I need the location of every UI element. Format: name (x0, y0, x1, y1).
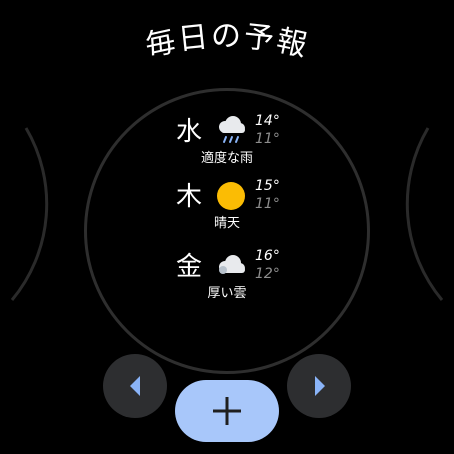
low-temp: 11° (255, 131, 280, 147)
chevron-right-icon (315, 376, 325, 396)
low-temp: 11° (255, 196, 280, 212)
high-temp: 16° (255, 248, 280, 264)
chevron-left-icon (130, 376, 140, 396)
sun-icon (217, 182, 245, 210)
cloudy-icon (219, 255, 245, 274)
condition-label: 厚い雲 (207, 286, 247, 301)
condition-label: 晴天 (213, 216, 240, 231)
watch-screen: 毎日の予報 水 14° 11° 適度な雨 木 15° 11° 晴天 金 16° … (0, 0, 454, 454)
next-button[interactable] (287, 354, 351, 418)
title-text: 毎日の予報 (142, 19, 310, 64)
add-button[interactable] (175, 380, 279, 442)
rain-cloud-icon (219, 116, 245, 143)
temperature-pair: 14° 11° (255, 112, 295, 148)
previous-button[interactable] (103, 354, 167, 418)
day-label: 木 (175, 182, 202, 212)
temperature-pair: 15° 11° (255, 177, 295, 213)
high-temp: 15° (255, 178, 280, 194)
day-label: 金 (175, 252, 202, 282)
forecast-row: 水 14° 11° 適度な雨 (0, 112, 454, 175)
low-temp: 12° (255, 266, 280, 282)
svg-text:毎日の予報: 毎日の予報 (142, 19, 312, 64)
forecast-row: 木 15° 11° 晴天 (0, 177, 454, 240)
temperature-pair: 16° 12° (255, 247, 295, 283)
forecast-row: 金 16° 12° 厚い雲 (0, 247, 454, 310)
plus-icon (213, 397, 241, 425)
day-label: 水 (175, 117, 202, 147)
condition-label: 適度な雨 (200, 151, 253, 166)
high-temp: 14° (255, 113, 280, 129)
